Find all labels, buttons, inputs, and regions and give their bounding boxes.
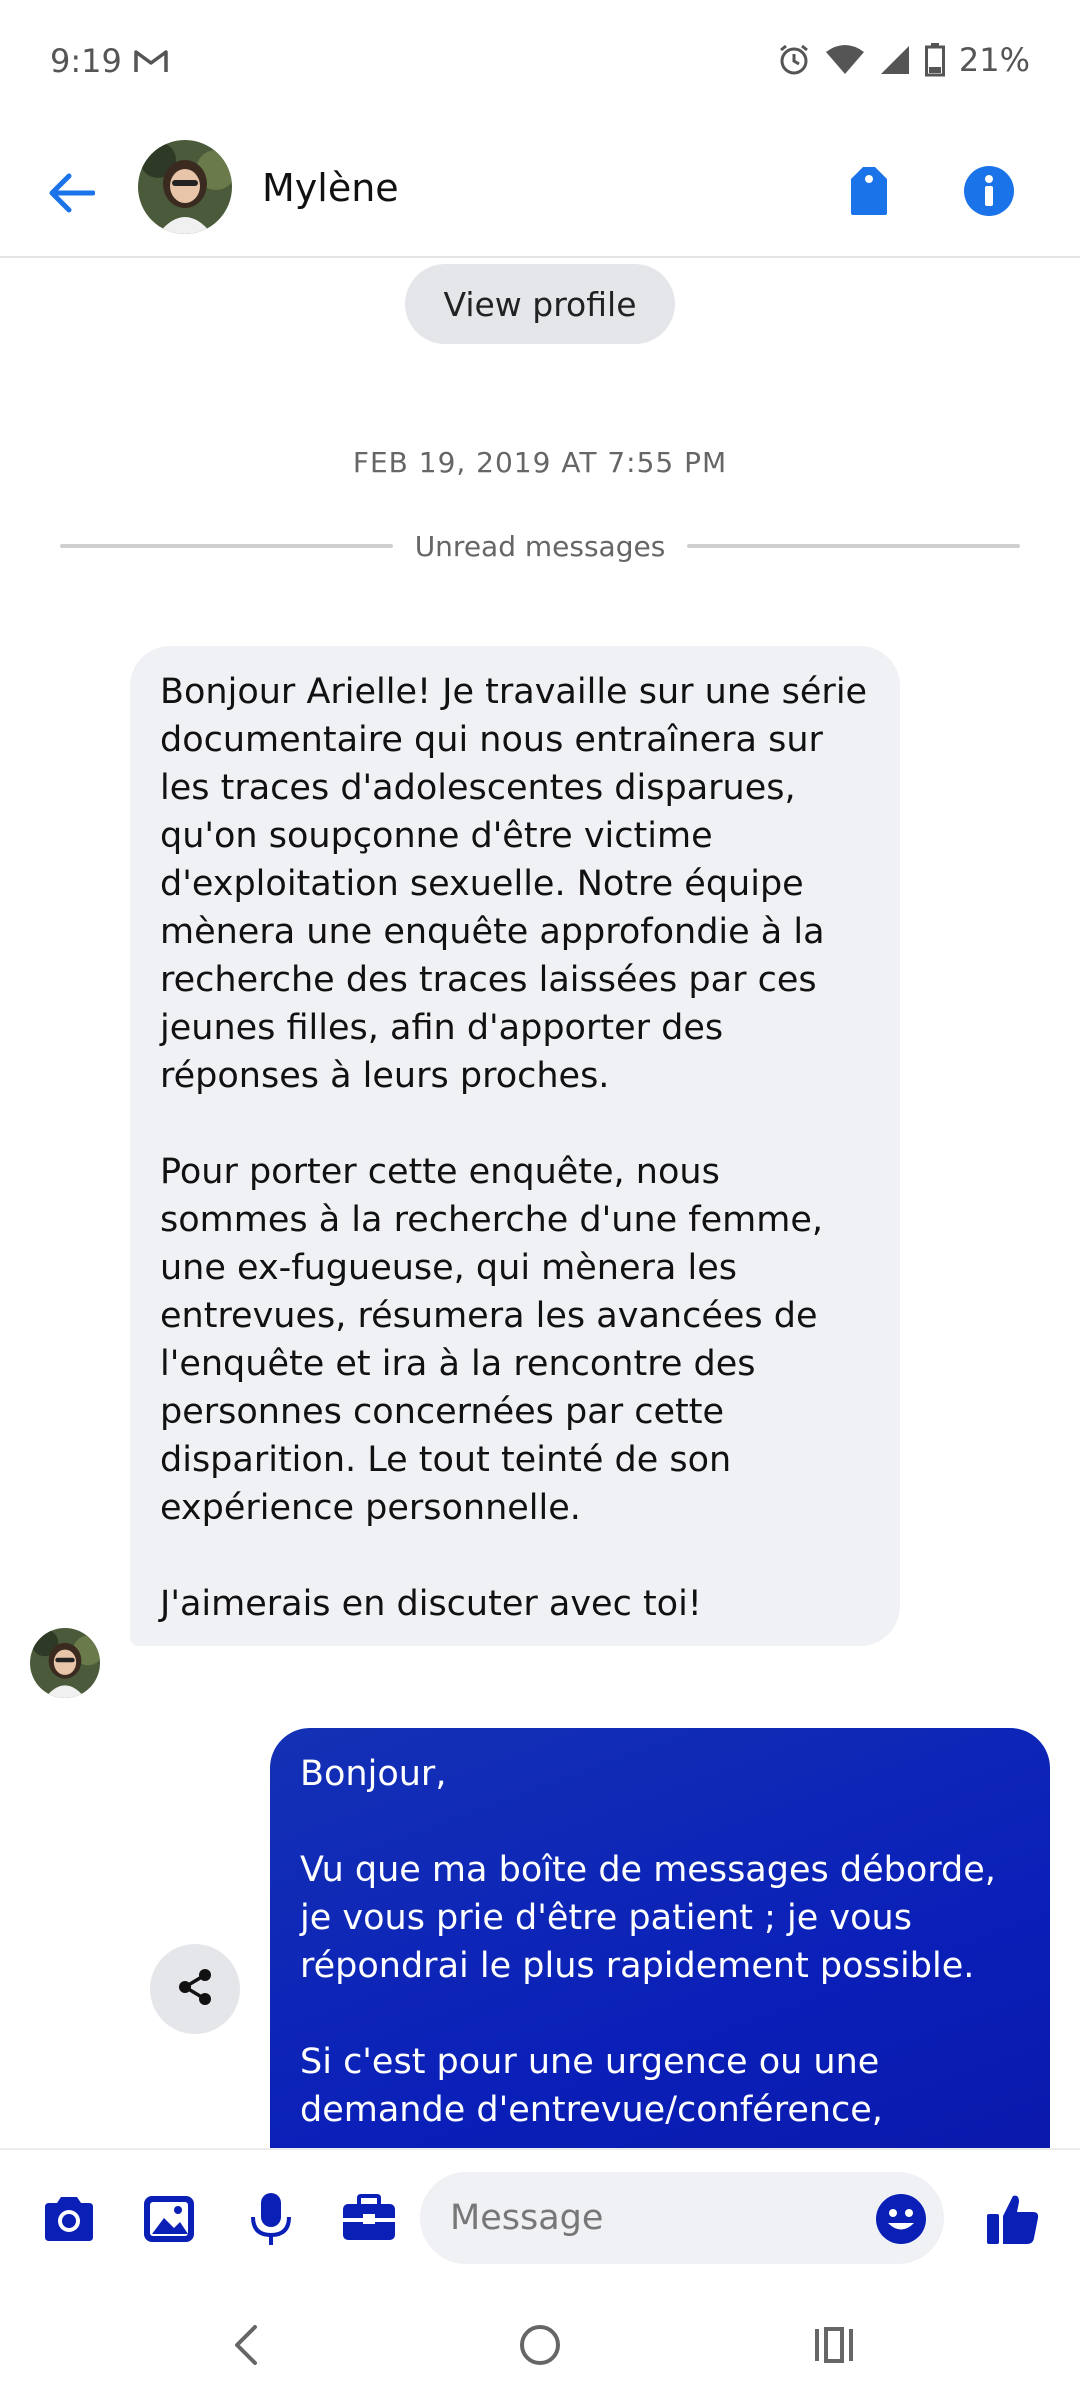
message-list[interactable]: View profile FEB 19, 2019 AT 7:55 PM Unr… [0, 258, 1080, 2148]
status-time: 9:19 [50, 42, 122, 80]
divider-line-right [687, 544, 1020, 548]
gmail-icon [134, 48, 168, 74]
message-input[interactable] [420, 2172, 944, 2264]
tag-icon[interactable] [836, 158, 902, 224]
incoming-message-bubble[interactable]: Bonjour Arielle! Je travaille sur une sé… [130, 646, 900, 1646]
status-bar: 9:19 21% [0, 0, 1080, 128]
signal-icon [879, 44, 911, 76]
avatar[interactable] [138, 140, 232, 234]
thumbs-up-icon[interactable] [980, 2186, 1046, 2252]
view-profile-button[interactable]: View profile [405, 264, 675, 344]
back-arrow-icon[interactable] [38, 160, 104, 226]
gallery-icon[interactable] [136, 2186, 202, 2252]
wifi-icon [825, 44, 865, 76]
share-icon [175, 1967, 215, 2011]
camera-icon[interactable] [36, 2186, 102, 2252]
info-icon[interactable] [956, 158, 1022, 224]
battery-percent: 21% [958, 41, 1030, 79]
conversation-header: Mylène [0, 128, 1080, 258]
emoji-icon[interactable] [868, 2186, 934, 2252]
briefcase-icon[interactable] [336, 2186, 402, 2252]
unread-divider: Unread messages [60, 526, 1020, 566]
share-button[interactable] [150, 1944, 240, 2034]
contact-name[interactable]: Mylène [262, 166, 399, 210]
alarm-icon [777, 43, 811, 77]
recents-nav-icon[interactable] [794, 2310, 874, 2380]
system-nav-bar [0, 2288, 1080, 2400]
divider-line-left [60, 544, 393, 548]
status-icons: 21% [777, 40, 1030, 80]
microphone-icon[interactable] [238, 2186, 304, 2252]
sender-avatar[interactable] [30, 1628, 100, 1698]
back-nav-icon[interactable] [206, 2310, 286, 2380]
outgoing-message-bubble[interactable]: Bonjour, Vu que ma boîte de messages déb… [270, 1728, 1050, 2148]
home-nav-icon[interactable] [500, 2310, 580, 2380]
message-composer [0, 2148, 1080, 2288]
message-timestamp: FEB 19, 2019 AT 7:55 PM [352, 446, 728, 479]
battery-icon [924, 43, 945, 77]
unread-label: Unread messages [414, 529, 666, 563]
